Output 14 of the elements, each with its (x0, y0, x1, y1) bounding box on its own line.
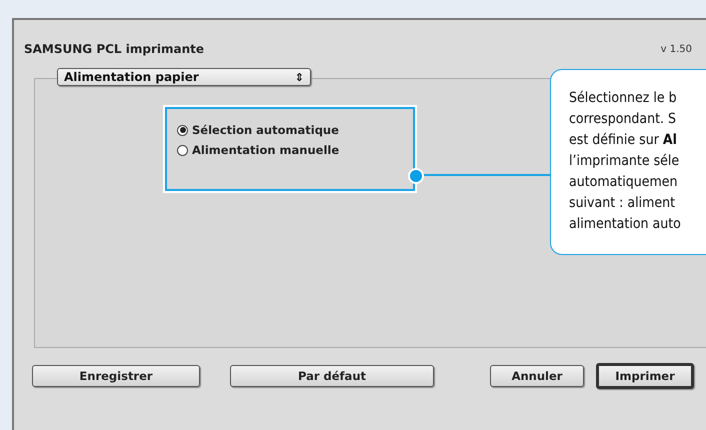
radio-label[interactable]: Alimentation manuelle (192, 143, 340, 157)
leader-dot (408, 168, 424, 184)
dialog-button[interactable]: Annuler (490, 365, 584, 387)
version-label: v 1.50 (660, 44, 692, 54)
dialog-button[interactable]: Enregistrer (32, 365, 200, 387)
radio-button[interactable] (177, 124, 188, 136)
stepper-arrows-icon: ⇕ (294, 70, 304, 84)
dialog-button[interactable]: Par défaut (230, 365, 434, 387)
radio-button[interactable] (177, 144, 188, 156)
window-title: SAMSUNG PCL imprimante (24, 42, 204, 56)
radio-label[interactable]: Sélection automatique (192, 123, 339, 137)
callout-text: Sélectionnez le b correspondant. S est définie sur Al l’imprimante séle automatiquemen suivant : aliment alimentation auto (550, 69, 706, 255)
dialog-button[interactable]: Imprimer (596, 363, 694, 389)
popup-menu[interactable]: Alimentation papier ⇕ (57, 68, 311, 86)
